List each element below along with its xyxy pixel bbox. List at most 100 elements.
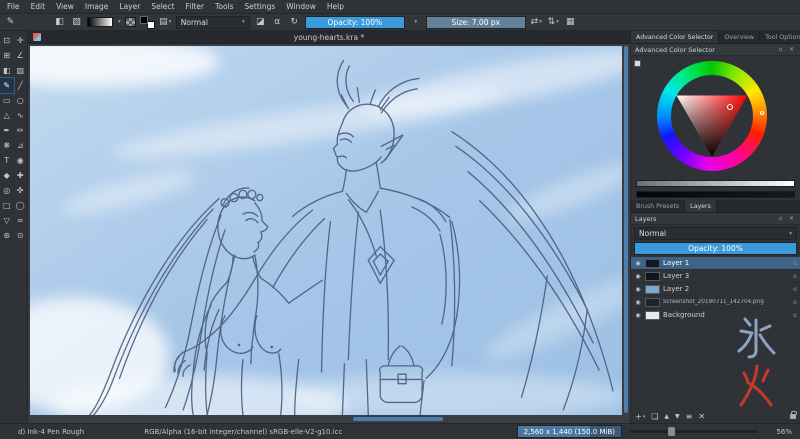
tab-tool-options[interactable]: Tool Options <box>760 31 800 43</box>
reload-preset-button[interactable]: ↻ <box>288 16 301 29</box>
color-selector-settings-button[interactable] <box>634 60 641 67</box>
mirror-vertical-button[interactable]: ⇅ ▾ <box>547 16 560 29</box>
menu-settings[interactable]: Settings <box>245 2 276 11</box>
gradient-chooser[interactable] <box>87 17 113 27</box>
layer-visibility-icon[interactable]: ◉ <box>634 299 642 306</box>
menu-select[interactable]: Select <box>151 2 174 11</box>
tool-bezier[interactable]: ✒ <box>0 123 14 138</box>
tool-dynamic-brush[interactable]: ✏ <box>14 123 28 138</box>
lock-docker-icon[interactable] <box>790 414 796 419</box>
tab-overview[interactable]: Overview <box>719 31 760 43</box>
tool-rectangle[interactable]: ▭ <box>0 93 14 108</box>
preserve-alpha-button[interactable]: α <box>271 16 284 29</box>
close-docker-icon[interactable]: ✕ <box>787 215 796 222</box>
tool-polygon[interactable]: △ <box>0 108 14 123</box>
tab-layers[interactable]: Layers <box>685 200 717 212</box>
menu-image[interactable]: Image <box>85 2 109 11</box>
layer-blending-mode-select[interactable]: Normal ▾ <box>634 227 797 240</box>
tool-smart-patch[interactable]: ✚ <box>14 168 28 183</box>
move-layer-down-button[interactable]: ▼ <box>675 413 680 420</box>
tab-brush-presets[interactable]: Brush Presets <box>631 200 685 212</box>
alpha-lock-icon[interactable]: α <box>793 299 797 306</box>
tool-fill[interactable]: ◆ <box>0 168 14 183</box>
tool-ellipse[interactable]: ○ <box>14 93 28 108</box>
mirror-horizontal-button[interactable]: ⇄ ▾ <box>530 16 543 29</box>
blending-mode-select[interactable]: Normal ▾ <box>176 16 250 29</box>
tool-select-polygonal[interactable]: ▽ <box>0 213 14 228</box>
tool-assistants[interactable]: ⊿ <box>14 138 28 153</box>
alpha-lock-icon[interactable]: α <box>793 312 797 319</box>
tool-pattern[interactable]: ▨ <box>14 63 28 78</box>
eraser-mode-button[interactable]: ◪ <box>254 16 267 29</box>
hue-ring[interactable] <box>657 61 767 171</box>
layer-row-background[interactable]: ◉ Background α <box>631 309 800 322</box>
edit-brush-settings-button[interactable]: ▤ ▾ <box>159 16 172 29</box>
tool-select-elliptical[interactable]: ◯ <box>14 198 28 213</box>
foreground-color-swatch[interactable] <box>140 16 148 24</box>
layer-row-layer-2[interactable]: ◉ Layer 2 α <box>631 283 800 296</box>
shade-strip[interactable] <box>636 191 795 198</box>
document-tab-title[interactable]: young-hearts.kra * <box>28 33 630 42</box>
tool-transform[interactable]: ⊡ <box>0 33 14 48</box>
tool-select-contiguous[interactable]: ⊛ <box>0 228 14 243</box>
menu-window[interactable]: Window <box>286 2 316 11</box>
menu-help[interactable]: Help <box>327 2 344 11</box>
zoom-slider[interactable] <box>630 430 758 433</box>
float-docker-icon[interactable]: ▫ <box>776 215 785 222</box>
layer-row-screenshot[interactable]: ◉ Screenshot_20190711_142704.png α <box>631 296 800 309</box>
saturation-value-triangle[interactable] <box>671 75 753 157</box>
float-docker-icon[interactable]: ▫ <box>776 46 785 53</box>
menu-tools[interactable]: Tools <box>215 2 233 11</box>
tool-select-similar[interactable]: ⊙ <box>14 228 28 243</box>
menu-layer[interactable]: Layer <box>119 2 140 11</box>
tool-select-freehand[interactable]: ≈ <box>14 213 28 228</box>
opacity-slider[interactable]: Opacity: 100% <box>305 16 405 29</box>
gradient-dropdown-icon[interactable]: ▾ <box>118 19 121 25</box>
gradient-edit-button[interactable]: ◧ <box>53 16 66 29</box>
choose-brush-preset-button[interactable]: ✎ <box>4 16 17 29</box>
layer-row-layer-1[interactable]: ◉ Layer 1 α <box>631 257 800 270</box>
alpha-lock-icon[interactable]: α <box>793 286 797 293</box>
pattern-chooser[interactable] <box>125 17 136 27</box>
menu-filter[interactable]: Filter <box>185 2 204 11</box>
layer-visibility-icon[interactable]: ◉ <box>634 260 642 267</box>
add-layer-button[interactable]: + ▾ <box>635 412 645 421</box>
duplicate-layer-button[interactable]: ❏ <box>651 412 658 421</box>
canvas-vertical-scrollbar[interactable] <box>624 46 628 413</box>
layer-visibility-icon[interactable]: ◉ <box>634 312 642 319</box>
tool-move[interactable]: ✛ <box>14 33 28 48</box>
delete-layer-button[interactable]: ✕ <box>698 412 705 421</box>
brush-size-slider[interactable]: Size: 7.00 px <box>426 16 526 29</box>
pattern-edit-button[interactable]: ▨ <box>70 16 83 29</box>
brush-option-dropdown[interactable]: ▾ <box>409 16 422 29</box>
tool-select-rectangular[interactable]: □ <box>0 198 14 213</box>
tool-crop[interactable]: ⊞ <box>0 48 14 63</box>
move-layer-up-button[interactable]: ▲ <box>664 413 669 420</box>
layer-visibility-icon[interactable]: ◉ <box>634 273 642 280</box>
tool-gradient[interactable]: ◧ <box>0 63 14 78</box>
alpha-lock-icon[interactable]: α <box>793 273 797 280</box>
menu-edit[interactable]: Edit <box>31 2 46 11</box>
tool-freehand-brush[interactable]: ✎ <box>0 78 14 93</box>
alpha-lock-icon[interactable]: α <box>793 260 797 267</box>
tool-pan[interactable]: ✜ <box>14 183 28 198</box>
tool-text[interactable]: T <box>0 153 14 168</box>
zoom-slider-handle[interactable] <box>668 427 675 436</box>
menu-file[interactable]: File <box>7 2 20 11</box>
lightness-strip[interactable] <box>636 180 795 187</box>
tool-line[interactable]: ╱ <box>14 78 28 93</box>
krita-canvas[interactable] <box>30 46 622 415</box>
foreground-background-colors[interactable] <box>140 16 155 29</box>
tool-polyline[interactable]: ∿ <box>14 108 28 123</box>
layer-row-layer-3[interactable]: ◉ Layer 3 α <box>631 270 800 283</box>
close-docker-icon[interactable]: ✕ <box>787 46 796 53</box>
layer-visibility-icon[interactable]: ◉ <box>634 286 642 293</box>
tool-zoom[interactable]: ◎ <box>0 183 14 198</box>
canvas-horizontal-scrollbar[interactable] <box>353 417 443 421</box>
background-color-swatch[interactable] <box>147 21 155 29</box>
layer-properties-button[interactable]: ≡ <box>686 412 693 421</box>
tool-measure[interactable]: ∠ <box>14 48 28 63</box>
zoom-level-label[interactable]: 56% <box>766 428 792 436</box>
tool-multibrush[interactable]: ❋ <box>0 138 14 153</box>
workspace-chooser-button[interactable]: ▦ <box>564 16 577 29</box>
